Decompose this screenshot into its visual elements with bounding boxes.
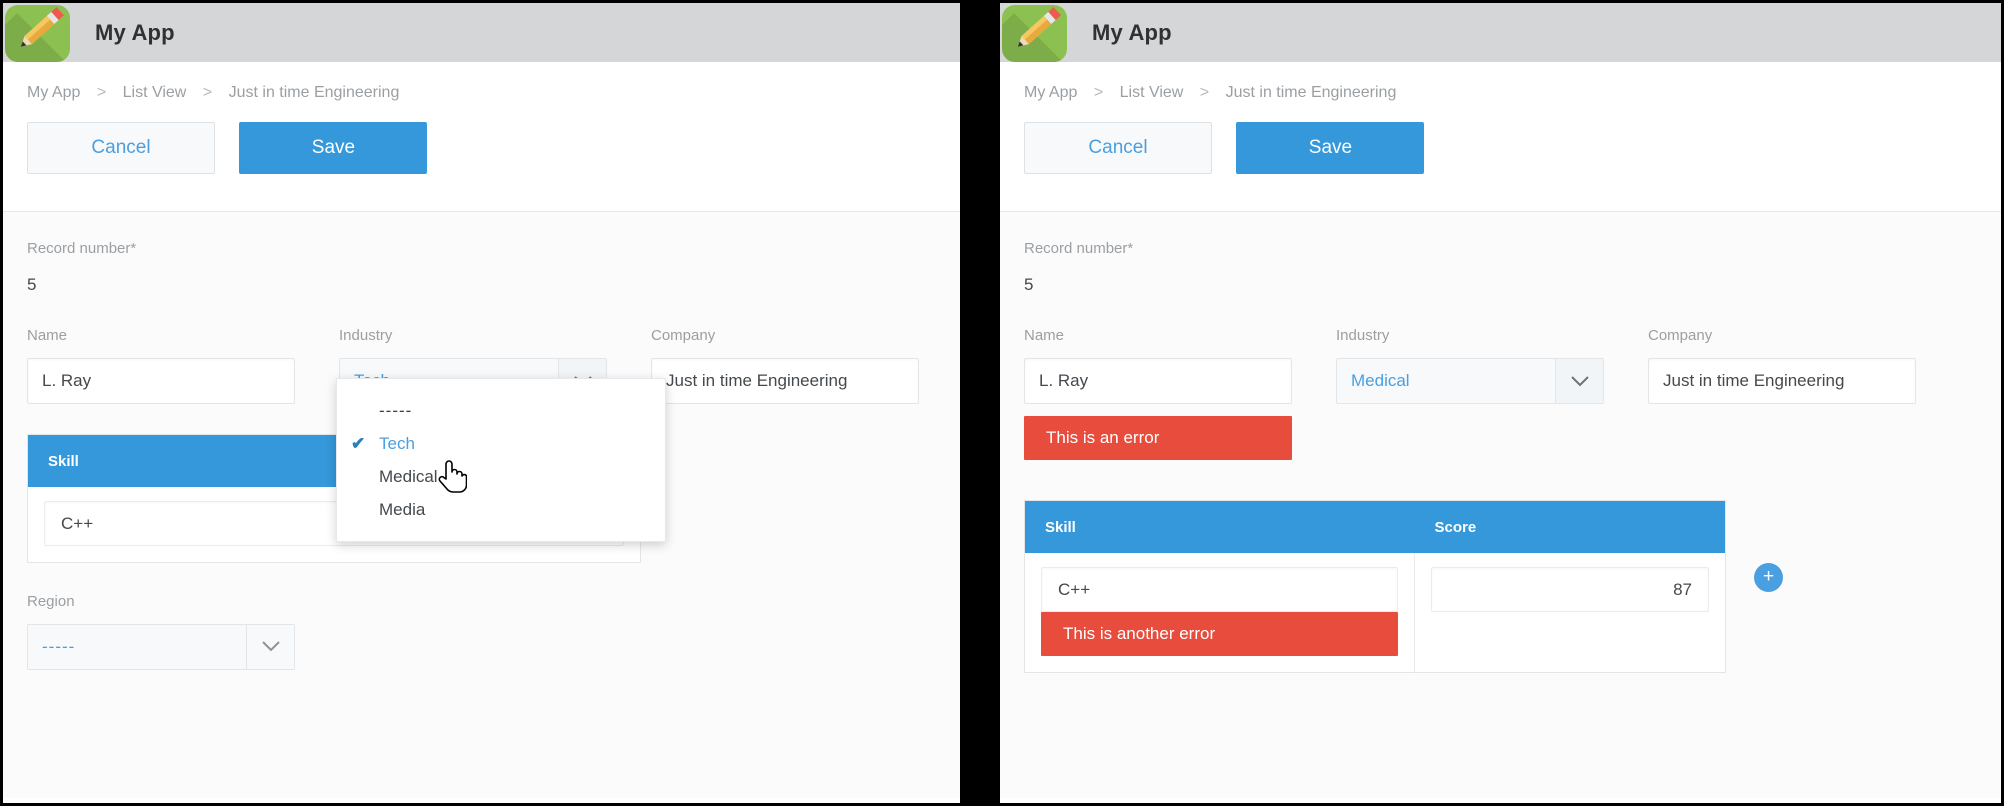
name-label: Name <box>1024 327 1065 344</box>
breadcrumb-item-0[interactable]: My App <box>1024 84 1077 101</box>
pencil-app-icon <box>1002 5 1067 62</box>
left-panel: My App My App > List View > Just in time… <box>3 3 960 803</box>
breadcrumb-separator: > <box>1093 84 1104 101</box>
record-number-label: Record number* <box>27 240 137 257</box>
column-header-skill: Skill <box>1024 500 1415 553</box>
right-panel: My App My App > List View > Just in time… <box>1000 3 2001 803</box>
app-header-left: My App <box>3 3 960 62</box>
skill-cell-error: This is another error <box>1041 612 1398 656</box>
breadcrumb: My App > List View > Just in time Engine… <box>3 62 960 122</box>
name-field-group: Name <box>27 327 295 404</box>
industry-dropdown-menu[interactable]: ----- ✔ Tech Medical Media <box>336 378 666 542</box>
pencil-app-icon <box>5 5 70 62</box>
skill-input[interactable] <box>1041 567 1398 612</box>
name-input[interactable] <box>27 358 295 404</box>
breadcrumb-item-1[interactable]: List View <box>123 84 187 101</box>
region-field-group: Region ----- <box>3 593 960 674</box>
breadcrumb-separator: > <box>96 84 107 101</box>
save-button[interactable]: Save <box>1236 122 1425 174</box>
company-label: Company <box>651 327 716 344</box>
save-button[interactable]: Save <box>239 122 428 174</box>
right-panel-content: My App My App > List View > Just in time… <box>1000 3 2001 803</box>
column-header-score: Score <box>1414 500 1726 553</box>
name-label: Name <box>27 327 68 344</box>
industry-field-group: Industry Medical <box>1336 327 1604 404</box>
cancel-button[interactable]: Cancel <box>1024 122 1212 174</box>
breadcrumb-separator: > <box>202 84 213 101</box>
industry-label: Industry <box>339 327 393 344</box>
skill-table-block-right: Skill Score This is another error <box>1024 500 2001 673</box>
skill-table: Skill Score This is another error <box>1024 500 1726 673</box>
region-select[interactable]: ----- <box>27 624 295 670</box>
record-number-label: Record number* <box>1024 240 1134 257</box>
company-input[interactable] <box>651 358 919 404</box>
company-input[interactable] <box>1648 358 1916 404</box>
dropdown-option-3[interactable]: Media <box>337 494 665 527</box>
breadcrumb-item-0[interactable]: My App <box>27 84 80 101</box>
app-title: My App <box>1092 19 1172 45</box>
company-field-group: Company <box>651 327 919 404</box>
form-body-right: Record number* 5 Name This is an error I… <box>1000 212 2001 798</box>
record-number-value: 5 <box>27 275 37 294</box>
action-bar-left: Cancel Save <box>3 122 960 212</box>
action-bar-right: Cancel Save <box>1000 122 2001 212</box>
dropdown-option-0[interactable]: ----- <box>337 395 665 428</box>
add-row-button[interactable]: + <box>1754 563 1783 592</box>
score-input[interactable] <box>1431 567 1709 612</box>
cell-score <box>1415 553 1726 673</box>
field-row-primary-right: Name This is an error Industry Medical <box>1000 327 2001 460</box>
cell-skill: This is another error <box>1024 553 1415 673</box>
region-label: Region <box>27 593 75 610</box>
dropdown-option-1[interactable]: ✔ Tech <box>337 428 665 461</box>
company-label: Company <box>1648 327 1713 344</box>
name-input[interactable] <box>1024 358 1292 404</box>
breadcrumb-item-2: Just in time Engineering <box>1225 84 1397 101</box>
company-field-group: Company <box>1648 327 1916 404</box>
dropdown-option-2[interactable]: Medical <box>337 461 665 494</box>
table-row: This is another error <box>1024 553 1726 673</box>
app-title: My App <box>95 19 175 45</box>
industry-select[interactable]: Medical <box>1336 358 1604 404</box>
dropdown-option-label: Tech <box>379 434 415 453</box>
breadcrumb-separator: > <box>1199 84 1210 101</box>
table-header-row: Skill Score <box>1024 500 1726 553</box>
check-icon: ✔ <box>351 434 366 453</box>
record-number-block: Record number* 5 <box>3 240 960 295</box>
record-number-value: 5 <box>1024 275 1034 294</box>
breadcrumb: My App > List View > Just in time Engine… <box>1000 62 2001 122</box>
breadcrumb-item-1[interactable]: List View <box>1120 84 1184 101</box>
screenshot-stage: My App My App > List View > Just in time… <box>0 0 2004 806</box>
chevron-down-icon[interactable] <box>246 625 294 669</box>
industry-label: Industry <box>1336 327 1390 344</box>
name-field-group: Name This is an error <box>1024 327 1292 460</box>
chevron-down-icon[interactable] <box>1555 359 1603 403</box>
app-header-right: My App <box>1000 3 2001 62</box>
left-panel-content: My App My App > List View > Just in time… <box>3 3 960 803</box>
cancel-button[interactable]: Cancel <box>27 122 215 174</box>
record-number-block: Record number* 5 <box>1000 240 2001 295</box>
name-field-error: This is an error <box>1024 416 1292 460</box>
breadcrumb-item-2: Just in time Engineering <box>228 84 400 101</box>
